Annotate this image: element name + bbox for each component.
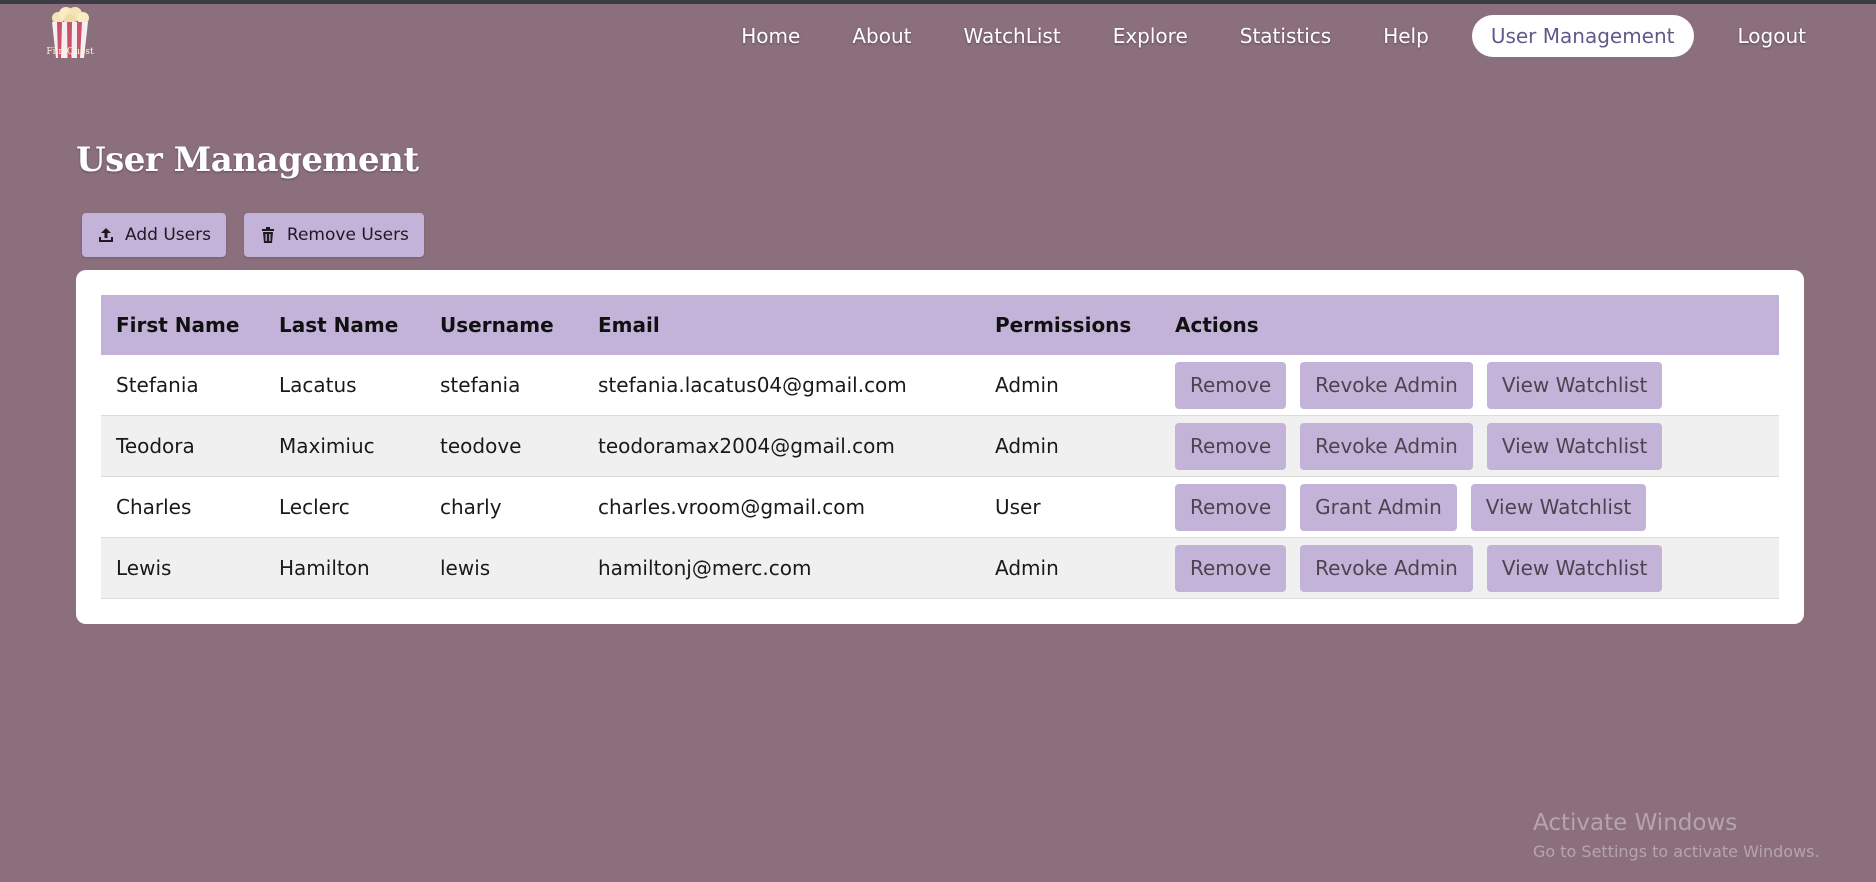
nav-home[interactable]: Home xyxy=(715,15,826,57)
add-users-button[interactable]: Add Users xyxy=(82,213,226,257)
watermark-title: Activate Windows xyxy=(1533,810,1738,836)
view-watchlist-button[interactable]: View Watchlist xyxy=(1470,483,1647,531)
view-watchlist-button[interactable]: View Watchlist xyxy=(1486,544,1663,592)
upload-icon xyxy=(97,226,115,244)
cell-email: charles.vroom@gmail.com xyxy=(583,476,980,538)
cell-last-name: Lacatus xyxy=(264,355,425,416)
table-row: Teodora Maximiuc teodove teodoramax2004@… xyxy=(101,415,1779,477)
nav-logout[interactable]: Logout xyxy=(1712,15,1832,57)
logo-text: FilmQuest xyxy=(46,47,94,57)
trash-icon xyxy=(259,226,277,244)
cell-email: teodoramax2004@gmail.com xyxy=(583,415,980,477)
cell-first-name: Stefania xyxy=(101,355,264,416)
users-table: First Name Last Name Username Email Perm… xyxy=(101,295,1779,599)
table-row: Lewis Hamilton lewis hamiltonj@merc.com … xyxy=(101,537,1779,599)
cell-permission: Admin xyxy=(980,415,1160,477)
activate-windows-watermark: Activate Windows Go to Settings to activ… xyxy=(1533,810,1820,861)
revoke-admin-button[interactable]: Revoke Admin xyxy=(1300,422,1473,470)
view-watchlist-button[interactable]: View Watchlist xyxy=(1486,361,1663,409)
window-top-border xyxy=(0,0,1876,4)
cell-permission: Admin xyxy=(980,537,1160,599)
cell-last-name: Maximiuc xyxy=(264,415,425,477)
cell-username: lewis xyxy=(425,537,583,599)
cell-permission: Admin xyxy=(980,355,1160,416)
page-title: User Management xyxy=(76,140,419,180)
cell-email: stefania.lacatus04@gmail.com xyxy=(583,355,980,416)
cell-last-name: Hamilton xyxy=(264,537,425,599)
nav-watchlist[interactable]: WatchList xyxy=(937,15,1086,57)
top-nav: Home About WatchList Explore Statistics … xyxy=(715,15,1832,57)
remove-users-label: Remove Users xyxy=(286,225,409,245)
nav-about[interactable]: About xyxy=(826,15,937,57)
grant-admin-button[interactable]: Grant Admin xyxy=(1300,483,1457,531)
cell-actions: Remove Revoke Admin View Watchlist xyxy=(1160,415,1779,477)
cell-permission: User xyxy=(980,476,1160,538)
nav-statistics[interactable]: Statistics xyxy=(1214,15,1357,57)
filmquest-logo[interactable]: FilmQuest xyxy=(44,6,96,62)
cell-first-name: Teodora xyxy=(101,415,264,477)
table-row: Stefania Lacatus stefania stefania.lacat… xyxy=(101,355,1779,416)
cell-last-name: Leclerc xyxy=(264,476,425,538)
add-users-label: Add Users xyxy=(125,225,211,245)
remove-user-button[interactable]: Remove xyxy=(1175,422,1287,470)
view-watchlist-button[interactable]: View Watchlist xyxy=(1486,422,1663,470)
col-username: Username xyxy=(425,295,583,355)
watermark-subtitle: Go to Settings to activate Windows. xyxy=(1533,842,1820,861)
table-row: Charles Leclerc charly charles.vroom@gma… xyxy=(101,476,1779,538)
cell-username: stefania xyxy=(425,355,583,416)
user-toolbar: Add Users Remove Users xyxy=(82,213,442,257)
nav-help[interactable]: Help xyxy=(1357,15,1455,57)
revoke-admin-button[interactable]: Revoke Admin xyxy=(1300,544,1473,592)
col-last-name: Last Name xyxy=(264,295,425,355)
cell-email: hamiltonj@merc.com xyxy=(583,537,980,599)
cell-username: teodove xyxy=(425,415,583,477)
remove-user-button[interactable]: Remove xyxy=(1175,361,1287,409)
nav-user-management[interactable]: User Management xyxy=(1471,15,1694,57)
cell-actions: Remove Grant Admin View Watchlist xyxy=(1160,476,1779,538)
remove-users-button[interactable]: Remove Users xyxy=(243,213,424,257)
revoke-admin-button[interactable]: Revoke Admin xyxy=(1300,361,1473,409)
cell-first-name: Charles xyxy=(101,476,264,538)
nav-explore[interactable]: Explore xyxy=(1087,15,1214,57)
cell-username: charly xyxy=(425,476,583,538)
cell-actions: Remove Revoke Admin View Watchlist xyxy=(1160,355,1779,416)
col-permissions: Permissions xyxy=(980,295,1160,355)
col-email: Email xyxy=(583,295,980,355)
users-panel: First Name Last Name Username Email Perm… xyxy=(76,270,1804,624)
col-first-name: First Name xyxy=(101,295,264,355)
remove-user-button[interactable]: Remove xyxy=(1175,544,1287,592)
cell-actions: Remove Revoke Admin View Watchlist xyxy=(1160,537,1779,599)
col-actions: Actions xyxy=(1160,295,1779,355)
cell-first-name: Lewis xyxy=(101,537,264,599)
table-header-row: First Name Last Name Username Email Perm… xyxy=(101,295,1779,355)
remove-user-button[interactable]: Remove xyxy=(1175,483,1287,531)
